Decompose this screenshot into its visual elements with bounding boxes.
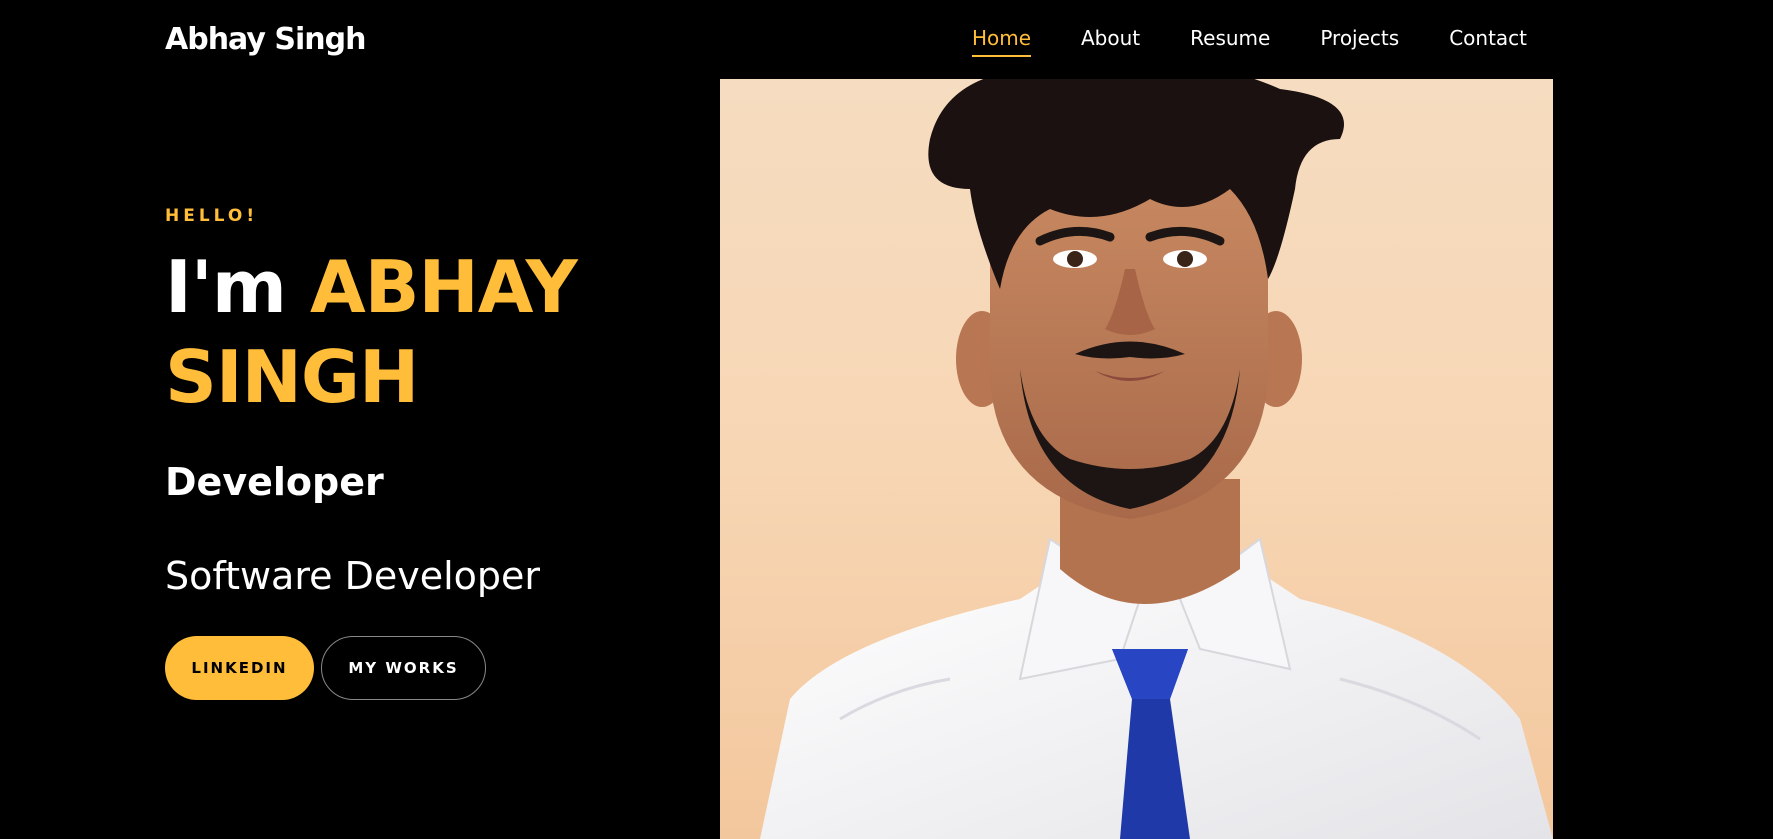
linkedin-button[interactable]: LINKEDIN [165, 636, 314, 700]
last-name: SINGH [165, 335, 419, 419]
page: Abhay Singh Home About Resume Projects C… [0, 0, 1773, 839]
nav-contact[interactable]: Contact [1449, 26, 1527, 57]
my-works-button[interactable]: MY WORKS [321, 636, 486, 700]
greeting: HELLO! [165, 206, 259, 226]
main-nav: Home About Resume Projects Contact [971, 26, 1527, 57]
subrole-title: Software Developer [165, 554, 541, 598]
hero-name: I'm ABHAY SINGH [165, 242, 725, 422]
hero-text: HELLO! I'm ABHAY SINGH Developer Softwar… [165, 206, 725, 598]
hero-buttons: LINKEDIN MY WORKS [165, 636, 486, 700]
intro-text: I'm [165, 245, 287, 329]
first-name: ABHAY [309, 245, 578, 329]
nav-about[interactable]: About [1081, 26, 1140, 57]
nav-projects[interactable]: Projects [1320, 26, 1399, 57]
portrait-image [720, 79, 1553, 839]
role-title: Developer [165, 460, 384, 504]
portrait-illustration [760, 79, 1553, 839]
brand-logo[interactable]: Abhay Singh [165, 22, 366, 57]
nav-home[interactable]: Home [971, 26, 1031, 57]
nav-resume[interactable]: Resume [1190, 26, 1270, 57]
